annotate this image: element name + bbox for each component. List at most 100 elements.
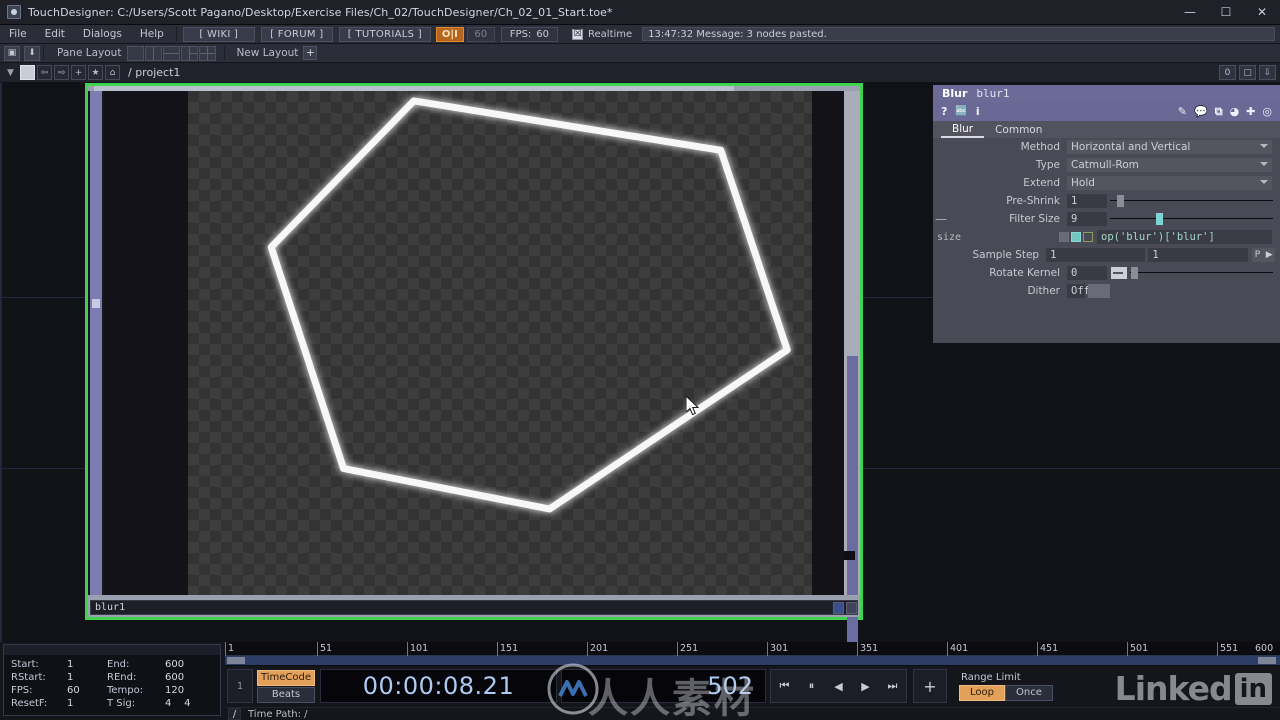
info-value[interactable]: 120 [165, 685, 205, 696]
expression-mode-icon[interactable] [1071, 232, 1081, 242]
help-icon[interactable]: ? [941, 105, 947, 118]
maximize-button[interactable]: ☐ [1208, 0, 1244, 25]
layout-preset-two-vertical[interactable] [145, 45, 163, 61]
info-value[interactable]: 4 4 [165, 698, 205, 709]
info-value[interactable]: 1 [67, 672, 107, 683]
sample-step-field-1[interactable]: 1 [1046, 248, 1146, 262]
timeline-info-panel: Start: 1 End: 600 RStart: 1 REnd: 600 FP… [3, 644, 221, 716]
wiki-link-button[interactable]: [ WIKI ] [182, 26, 255, 42]
range-start-handle[interactable] [227, 657, 245, 664]
tab-common[interactable]: Common [984, 121, 1053, 138]
timeline-ruler[interactable]: 1 51 101 151 201 251 301 351 401 451 501… [225, 642, 1280, 656]
range-end-handle[interactable] [1258, 657, 1276, 664]
timecode-display[interactable]: 00:00:08.21 [320, 669, 557, 703]
performance-toggle-button[interactable]: O|I [435, 26, 464, 42]
sample-step-field-2[interactable]: 1 [1148, 248, 1248, 262]
size-expression-field[interactable]: op('blur')['blur'] [1097, 230, 1272, 244]
info-value[interactable]: 1 [67, 659, 107, 670]
viewer-vertical-scrollbar[interactable] [844, 91, 860, 656]
layout-preset-single[interactable] [127, 45, 145, 61]
pre-shrink-slider[interactable] [1110, 194, 1275, 208]
menu-dialogs[interactable]: Dialogs [74, 25, 131, 44]
info-value[interactable]: 600 [165, 672, 205, 683]
forward-arrow-icon[interactable]: ⇨ [54, 65, 69, 80]
sample-step-expand-icon[interactable]: ▶ [1263, 248, 1276, 262]
tutorials-link-button[interactable]: [ TUTORIALS ] [338, 26, 431, 42]
stop-icon[interactable] [20, 65, 35, 80]
menu-edit[interactable]: Edit [36, 25, 74, 44]
jump-to-end-button[interactable]: ⏭ [879, 670, 906, 702]
image-icon[interactable]: ▣ [4, 45, 20, 61]
home-icon[interactable]: ⌂ [105, 65, 120, 80]
layout-preset-three[interactable] [181, 45, 199, 61]
frame-display[interactable]: 502 [561, 669, 766, 703]
step-back-button[interactable]: ◀ [825, 670, 852, 702]
viewer-expand-icon[interactable] [846, 602, 857, 614]
info-icon[interactable]: i [976, 105, 980, 118]
save-icon[interactable]: ⬇ [24, 45, 40, 61]
realtime-checkbox-icon[interactable]: ☒ [572, 28, 584, 40]
pin-icon[interactable]: ⇩ [1259, 65, 1276, 80]
viewer-node-name[interactable]: blur1 [90, 600, 858, 615]
export-mode-icon[interactable] [1083, 232, 1093, 242]
rotate-kernel-field[interactable]: 0 [1067, 266, 1107, 280]
minimize-button[interactable]: — [1172, 0, 1208, 25]
breadcrumb[interactable]: / project1 [128, 66, 180, 79]
viewer-left-scrollbar[interactable] [88, 91, 104, 595]
layout-preset-two-horizontal[interactable] [163, 45, 181, 61]
chevron-down-icon[interactable]: ▼ [3, 65, 18, 80]
parameter-panel[interactable]: Blur blur1 ? 🔤 i ✎ 💬 ⧉ ◕ ✚ ◎ Blur Common… [933, 85, 1280, 343]
pencil-icon[interactable]: ✎ [1178, 105, 1187, 118]
extend-dropdown[interactable]: Hold [1067, 176, 1272, 190]
range-loop-button[interactable]: Loop [959, 684, 1005, 701]
bookmark-star-icon[interactable]: ★ [88, 65, 103, 80]
info-value[interactable]: 600 [165, 659, 205, 670]
type-dropdown[interactable]: Catmull-Rom [1067, 158, 1272, 172]
timecode-mode-button[interactable]: TimeCode [257, 669, 315, 686]
info-value[interactable]: 1 [67, 698, 107, 709]
jump-to-start-button[interactable]: ⏮ [771, 670, 798, 702]
add-timeline-button[interactable]: + [913, 669, 947, 703]
close-button[interactable]: ✕ [1244, 0, 1280, 25]
sample-step-p-button[interactable]: P [1251, 248, 1264, 262]
range-once-button[interactable]: Once [1004, 684, 1053, 701]
constant-mode-icon[interactable] [1059, 232, 1069, 242]
filter-size-field[interactable]: 9 [1067, 212, 1107, 226]
dither-toggle[interactable] [1088, 284, 1110, 298]
new-layout-add-button[interactable]: + [303, 46, 318, 60]
dither-value[interactable]: Off [1067, 284, 1090, 298]
filter-size-slider[interactable] [1110, 212, 1275, 226]
window-icon[interactable]: ▢ [1239, 65, 1256, 80]
chevron-down-icon [1260, 162, 1268, 166]
viewer-canvas[interactable] [188, 91, 812, 595]
layout-preset-quad[interactable] [199, 45, 217, 61]
time-path-root-icon[interactable]: / [228, 708, 241, 720]
info-value[interactable]: 60 [67, 685, 107, 696]
target-fps-field[interactable]: 60 [466, 26, 495, 42]
forum-link-button[interactable]: [ FORUM ] [260, 26, 333, 42]
target-icon[interactable]: ◎ [1262, 105, 1272, 118]
rotate-kernel-slider[interactable] [1130, 266, 1275, 280]
menu-help[interactable]: Help [131, 25, 173, 44]
timeline-range-track[interactable] [225, 656, 1280, 666]
palette-icon[interactable]: ◕ [1230, 105, 1240, 118]
realtime-toggle[interactable]: ☒ Realtime [572, 28, 632, 40]
method-dropdown[interactable]: Horizontal and Vertical [1067, 140, 1272, 154]
plus-icon[interactable]: ✚ [1246, 105, 1255, 118]
back-arrow-icon[interactable]: ⇦ [37, 65, 52, 80]
rotate-kernel-swatch-icon[interactable] [1111, 267, 1127, 279]
play-button[interactable]: ▶ [852, 670, 879, 702]
add-pane-icon[interactable]: + [71, 65, 86, 80]
comment-icon[interactable]: 💬 [1194, 105, 1208, 118]
lang-icon[interactable]: 🔤 [955, 106, 967, 117]
viewer-settings-icon[interactable] [833, 602, 844, 614]
pause-button[interactable]: ⏸ [798, 670, 825, 702]
copy-icon[interactable]: ⧉ [1215, 105, 1223, 119]
pre-shrink-field[interactable]: 1 [1067, 194, 1107, 208]
viewer-pane[interactable]: blur1 [85, 83, 863, 656]
tab-blur[interactable]: Blur [941, 121, 985, 138]
beats-mode-button[interactable]: Beats [257, 686, 315, 703]
expression-collapse-icon[interactable]: — [933, 212, 949, 226]
menu-file[interactable]: File [0, 25, 36, 44]
pane-index-field[interactable]: 0 [1219, 65, 1236, 80]
